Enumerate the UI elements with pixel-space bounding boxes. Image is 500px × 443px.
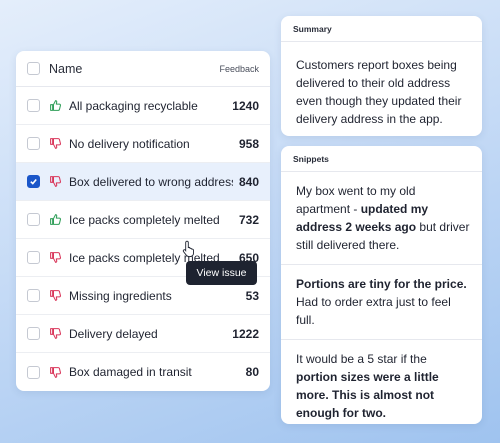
view-issue-tooltip: View issue (186, 261, 257, 285)
row-label: Box damaged in transit (69, 365, 192, 379)
table-body: All packaging recyclable 1240 No delivery … (16, 87, 270, 391)
snippets-title: Snippets (281, 146, 482, 172)
table-row[interactable]: Ice packs completely melted 732 (16, 201, 270, 239)
table-row[interactable]: All packaging recyclable 1240 (16, 87, 270, 125)
row-label: Box delivered to wrong address (69, 174, 233, 189)
row-feedback-count: 1222 (232, 326, 259, 341)
summary-title: Summary (281, 16, 482, 42)
row-checkbox[interactable] (27, 137, 40, 150)
row-checkbox[interactable] (27, 251, 40, 264)
row-label: Ice packs completely melted (69, 212, 220, 227)
row-checkbox[interactable] (27, 327, 40, 340)
row-checkbox[interactable] (27, 365, 40, 379)
column-header-feedback[interactable]: Feedback (219, 64, 259, 74)
snippet-highlight: portion sizes were a little more. This i… (296, 370, 439, 420)
thumbs-down-icon (49, 366, 62, 379)
row-feedback-count: 958 (238, 136, 259, 151)
row-feedback-count: 732 (238, 212, 259, 227)
row-feedback-count: 80 (245, 365, 259, 379)
thumbs-down-icon (49, 327, 62, 340)
snippet-text: Had to order extra just to feel full. (296, 295, 451, 327)
row-feedback-count: 840 (238, 174, 259, 189)
snippet-item: It would be a 5 star if the portion size… (281, 340, 482, 432)
thumbs-down-icon (49, 175, 62, 188)
thumbs-up-icon (49, 99, 62, 112)
table-row[interactable]: Delivery delayed 1222 (16, 315, 270, 353)
thumbs-up-icon (49, 213, 62, 226)
table-header: Name Feedback (16, 51, 270, 87)
summary-card: Summary Customers report boxes being del… (281, 16, 482, 136)
snippets-list: My box went to my old apartment - update… (281, 172, 482, 432)
row-label: Delivery delayed (69, 326, 158, 341)
snippet-item: Portions are tiny for the price. Had to … (281, 265, 482, 340)
row-checkbox[interactable] (27, 289, 40, 302)
feedback-table: Name Feedback All packaging recyclable 12… (16, 51, 270, 391)
snippet-highlight: Portions are tiny for the price. (296, 277, 467, 291)
snippet-item: My box went to my old apartment - update… (281, 172, 482, 265)
select-all-checkbox[interactable] (27, 62, 40, 75)
thumbs-down-icon (49, 251, 62, 264)
snippet-text: It would be a 5 star if the (296, 352, 427, 366)
snippets-card: Snippets My box went to my old apartment… (281, 146, 482, 424)
summary-text: Customers report boxes being delivered t… (296, 58, 462, 126)
hand-cursor-icon (182, 240, 194, 257)
table-row[interactable]: No delivery notification 958 (16, 125, 270, 163)
thumbs-down-icon (49, 137, 62, 150)
row-feedback-count: 53 (245, 288, 259, 303)
row-label: No delivery notification (69, 136, 190, 151)
row-label: All packaging recyclable (69, 98, 198, 113)
thumbs-down-icon (49, 289, 62, 302)
row-checkbox[interactable] (27, 175, 40, 188)
row-checkbox[interactable] (27, 99, 40, 112)
row-feedback-count: 1240 (232, 98, 259, 113)
column-header-name[interactable]: Name (49, 62, 219, 76)
table-row[interactable]: Box damaged in transit 80 (16, 353, 270, 391)
table-row[interactable]: Box delivered to wrong address 840 (16, 163, 270, 201)
row-checkbox[interactable] (27, 213, 40, 226)
row-label: Missing ingredients (69, 288, 172, 303)
